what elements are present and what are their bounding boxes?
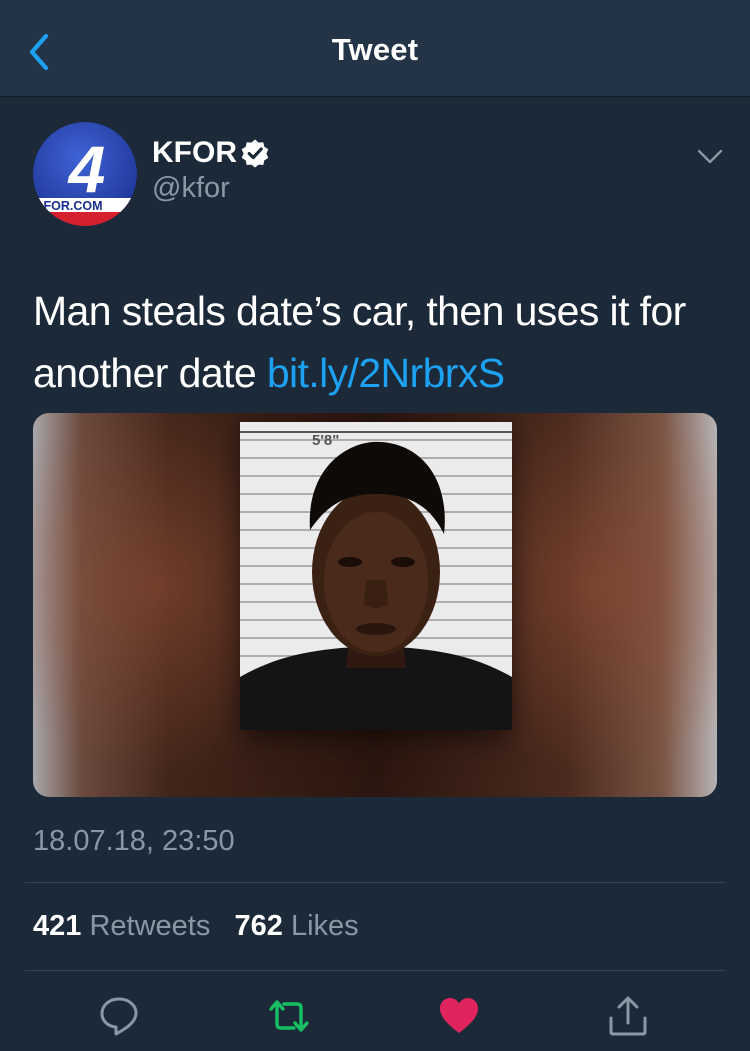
divider xyxy=(25,970,725,971)
page-title: Tweet xyxy=(331,32,419,67)
mugshot-photo: 5'8" xyxy=(240,422,512,730)
tweet-link[interactable]: bit.ly/2NrbrxS xyxy=(267,350,505,396)
height-marker: 5'8" xyxy=(312,432,340,449)
avatar-logo-text: FOR.COM xyxy=(43,199,102,213)
author-handle[interactable]: @kfor xyxy=(152,172,230,205)
divider xyxy=(25,882,725,883)
likes-label: Likes xyxy=(290,910,359,942)
navigation-bar: Tweet xyxy=(0,0,750,97)
likes-count: 762 xyxy=(234,910,283,942)
reply-button[interactable] xyxy=(97,994,141,1038)
retweet-icon xyxy=(269,1000,309,1032)
retweet-button[interactable] xyxy=(267,994,311,1038)
like-button[interactable] xyxy=(437,994,481,1038)
share-icon xyxy=(609,996,647,1036)
retweets-count: 421 xyxy=(33,910,82,942)
heart-icon xyxy=(440,998,478,1033)
timestamp: 18.07.18, 23:50 xyxy=(33,825,235,857)
author-name[interactable]: KFOR xyxy=(152,136,237,170)
retweets-stat[interactable]: 421 Retweets xyxy=(33,910,210,942)
share-button[interactable] xyxy=(606,994,650,1038)
likes-stat[interactable]: 762 Likes xyxy=(235,910,359,942)
tweet-media[interactable]: 5'8" xyxy=(33,413,717,797)
avatar[interactable]: 4 FOR.COM xyxy=(33,122,137,226)
tweet-stats: 421 Retweets 762 Likes xyxy=(33,910,359,943)
retweets-label: Retweets xyxy=(89,910,211,942)
chevron-down-icon[interactable] xyxy=(694,144,726,168)
reply-icon xyxy=(100,997,138,1036)
svg-text:4: 4 xyxy=(67,132,106,206)
tweet-text: Man steals date’s car, then uses it for … xyxy=(33,280,723,404)
verified-badge-icon xyxy=(241,139,269,168)
